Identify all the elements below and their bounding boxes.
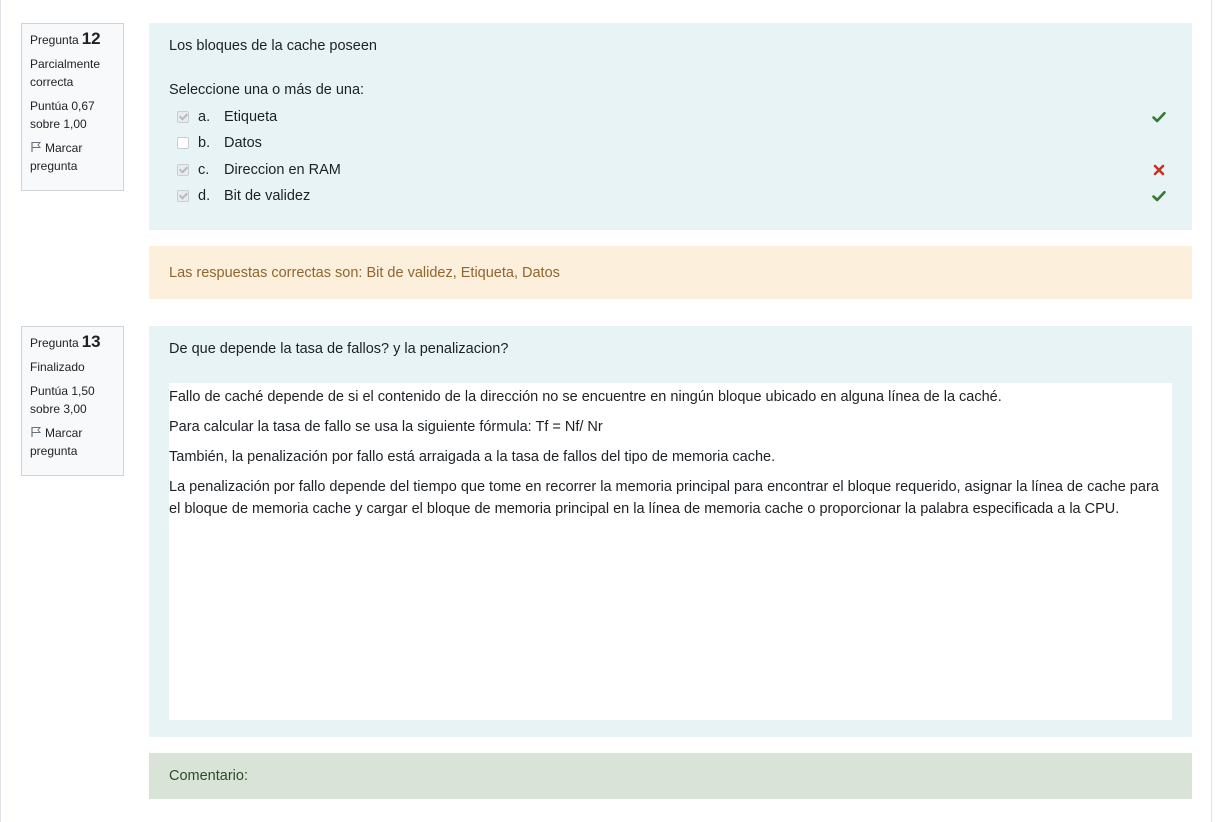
- question-number: 12: [81, 29, 101, 48]
- option-d-checkbox[interactable]: [177, 190, 189, 202]
- option-a-checkbox[interactable]: [177, 111, 189, 123]
- question-grade: Puntúa 1,50 sobre 3,00: [30, 384, 95, 416]
- option-c-checkbox[interactable]: [177, 164, 189, 176]
- option-d: d. Bit de validez: [177, 186, 1167, 206]
- correct-icon: [1152, 190, 1166, 202]
- option-letter: a.: [198, 109, 211, 125]
- question-content-12: Los bloques de la cache poseen Seleccion…: [149, 23, 1192, 230]
- flag-question-link[interactable]: Marcar pregunta: [30, 424, 115, 460]
- option-c: c. Direccion en RAM: [177, 160, 1167, 180]
- question-label: Pregunta: [30, 33, 79, 47]
- comment-box: Comentario:: [149, 753, 1192, 799]
- answer-paragraph: La penalización por fallo depende del ti…: [169, 479, 1159, 517]
- question-state: Finalizado: [30, 360, 85, 374]
- question-text: Los bloques de la cache poseen: [169, 38, 377, 54]
- option-b: b. Datos: [177, 133, 1167, 153]
- essay-answer-box[interactable]: Fallo de caché depende de si el contenid…: [169, 383, 1172, 720]
- correct-answers-feedback: Las respuestas correctas son: Bit de val…: [149, 246, 1192, 299]
- question-info-13: Pregunta 13 Finalizado Puntúa 1,50 sobre …: [21, 326, 124, 476]
- page-border-right: [1211, 0, 1212, 822]
- question-number-row: Pregunta 12: [30, 30, 115, 49]
- answer-paragraph: También, la penalización por fallo está …: [169, 449, 776, 465]
- question-info-12: Pregunta 12 Parcialmente correcta Puntúa …: [21, 23, 124, 191]
- answer-paragraph: Para calcular la tasa de fallo se usa la…: [169, 419, 603, 435]
- option-label: Etiqueta: [224, 109, 278, 125]
- option-b-checkbox[interactable]: [177, 137, 189, 149]
- correct-icon: [1152, 111, 1166, 123]
- page-border-left: [0, 0, 1, 822]
- option-letter: c.: [198, 162, 210, 178]
- question-grade: Puntúa 0,67 sobre 1,00: [30, 99, 95, 131]
- flag-icon: [31, 142, 42, 152]
- option-letter: b.: [198, 135, 211, 151]
- question-number-row: Pregunta 13: [30, 333, 115, 352]
- option-label: Direccion en RAM: [224, 162, 341, 178]
- option-label: Datos: [224, 135, 262, 151]
- question-state: Parcialmente correcta: [30, 57, 101, 89]
- question-content-13: De que depende la tasa de fallos? y la p…: [149, 326, 1192, 737]
- question-text: De que depende la tasa de fallos? y la p…: [169, 341, 509, 357]
- option-label: Bit de validez: [224, 188, 311, 204]
- answer-paragraph: Fallo de caché depende de si el contenid…: [169, 389, 1002, 405]
- incorrect-icon: [1153, 164, 1165, 176]
- question-label: Pregunta: [30, 336, 79, 350]
- answer-prompt: Seleccione una o más de una:: [169, 82, 365, 98]
- option-a: a. Etiqueta: [177, 107, 1167, 127]
- question-number: 13: [81, 332, 101, 351]
- flag-icon: [31, 427, 42, 437]
- flag-question-link[interactable]: Marcar pregunta: [30, 139, 115, 175]
- option-letter: d.: [198, 188, 211, 204]
